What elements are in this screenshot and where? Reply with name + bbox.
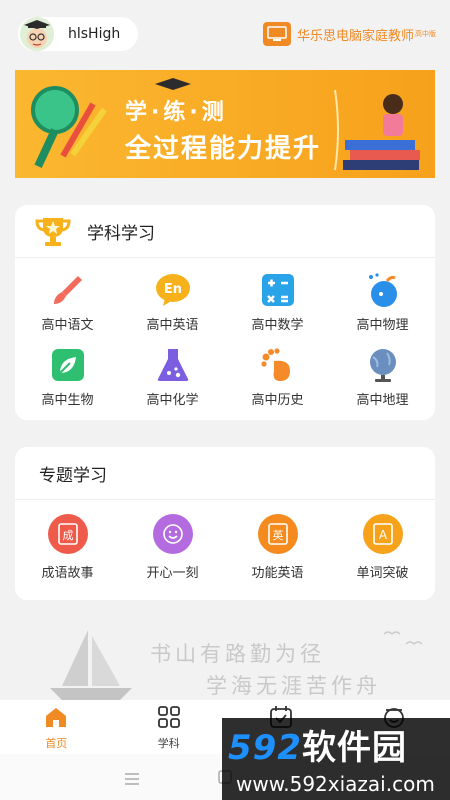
top-bar: hlsHigh 华乐思电脑家庭教师 高中版 [0,0,450,68]
tab-subjects[interactable]: 学科 [113,700,226,754]
subject-label: 高中语文 [41,318,94,333]
brand-name: 华乐思电脑家庭教师 [296,28,414,44]
tab-home[interactable]: 首页 [0,700,113,754]
card-header: 专题学习 [15,447,435,500]
brand-edition: 高中版 [415,30,436,38]
brand: 华乐思电脑家庭教师 高中版 [262,22,436,46]
card-title: 学科学习 [87,223,155,244]
subject-physics[interactable]: 高中物理 [330,272,435,347]
watermark-number: 592 [228,728,302,768]
globe-icon [365,347,401,383]
leaf-icon [50,347,86,383]
home-icon [44,706,68,732]
topic-idiom-stories[interactable]: 成 成语故事 [15,514,120,581]
subject-biology[interactable]: 高中生物 [15,347,120,422]
slogan-line-2: 学海无涯苦作舟 [206,674,381,698]
banner-subheadline: 全过程能力提升 [125,134,322,164]
watermark-logo: 592软件园 [228,720,407,769]
subject-label: 高中生物 [41,393,94,408]
menu-icon[interactable] [125,770,139,789]
subject-label: 高中物理 [356,318,409,333]
watermark-brand: 软件园 [301,728,407,768]
flask-icon [155,347,191,383]
subject-history[interactable]: 高中历史 [225,347,330,422]
banner-headline: 学·练·测 [125,100,228,125]
slogan-area: 书山有路勤为径 学海无涯苦作舟 [0,620,450,702]
en-bubble-icon: En [155,272,191,308]
topic-label: 单词突破 [356,566,409,581]
tab-label: 首页 [45,737,68,750]
slogan-line-1: 书山有路勤为径 [150,642,325,666]
trophy-icon [35,215,71,247]
topic-word-breakthrough[interactable]: A 单词突破 [330,514,435,581]
subject-label: 高中历史 [251,393,304,408]
subject-label: 高中英语 [146,318,199,333]
svg-text:En: En [163,282,181,297]
topic-functional-english[interactable]: 英 功能英语 [225,514,330,581]
subject-chinese[interactable]: 高中语文 [15,272,120,347]
grid-icon [157,706,181,732]
topic-happy-moment[interactable]: 开心一刻 [120,514,225,581]
subject-label: 高中数学 [251,318,304,333]
svg-text:A: A [378,528,387,542]
book-icon: 成 [47,514,88,554]
tab-label: 学科 [157,737,180,750]
footprint-icon [260,347,296,383]
topic-label: 功能英语 [251,566,304,581]
subject-math[interactable]: 高中数学 [225,272,330,347]
watermark-url: www.592xiazai.com [236,772,435,796]
brand-logo-icon [262,22,291,46]
birds-icon [383,631,423,646]
english-book-icon: 英 [257,514,298,554]
subject-learning-card: 学科学习 高中语文 En 高中英语 高中数学 高中物理 高中生物 高中化学 高中… [15,205,435,420]
apple-icon [365,272,401,308]
card-title: 专题学习 [39,465,107,486]
subject-chemistry[interactable]: 高中化学 [120,347,225,422]
user-profile-pill[interactable]: hlsHigh [18,17,138,51]
subject-english[interactable]: En 高中英语 [120,272,225,347]
svg-text:英: 英 [272,528,283,542]
card-header: 学科学习 [15,205,435,258]
smile-icon [152,514,193,554]
svg-text:成: 成 [62,529,73,542]
username: hlsHigh [68,26,121,42]
promo-banner[interactable]: 学·练·测 全过程能力提升 [15,70,435,178]
avatar[interactable] [20,17,54,51]
subject-geography[interactable]: 高中地理 [330,347,435,422]
brush-icon [50,272,86,308]
topic-label: 开心一刻 [146,566,199,581]
topic-label: 成语故事 [41,566,94,581]
subject-label: 高中地理 [356,393,409,408]
topic-learning-card: 专题学习 成 成语故事 开心一刻 英 功能英语 A 单词突破 [15,447,435,600]
calculator-icon [260,272,296,308]
watermark: 592软件园 www.592xiazai.com [222,718,450,800]
letter-a-icon: A [362,514,403,554]
sailboat-icon [50,630,132,700]
subject-label: 高中化学 [146,393,199,408]
